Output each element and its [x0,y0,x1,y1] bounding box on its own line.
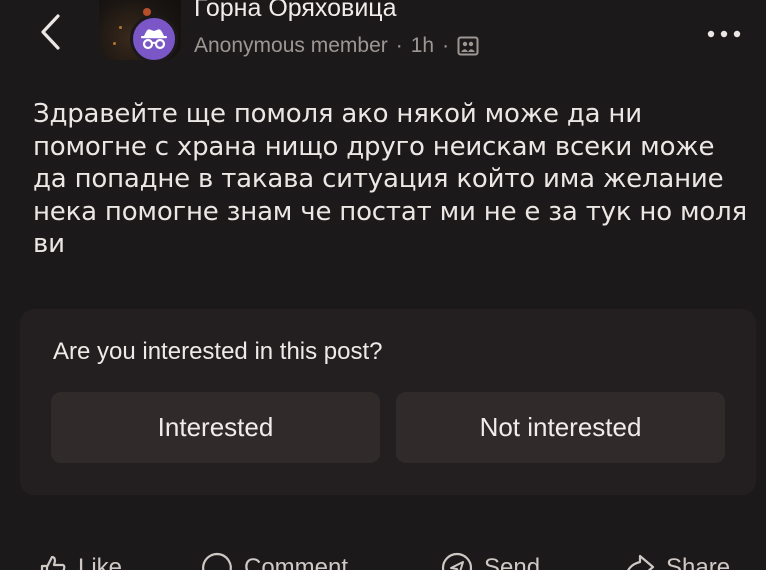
chevron-left-icon [41,14,60,50]
group-name[interactable]: Горна Оряховица [194,0,397,23]
post-text: Здравейте ще помоля ако някой може да ни… [33,99,747,259]
back-button[interactable] [30,10,70,54]
send-button[interactable]: Send [440,548,540,570]
incognito-icon [141,29,167,50]
post-time[interactable]: 1h [411,34,434,58]
anonymous-avatar[interactable] [130,15,178,63]
share-button[interactable]: Share [622,548,730,570]
post-screen: Горна Оряховица Anonymous member · 1h · … [0,0,766,570]
author-name[interactable]: Anonymous member [194,34,388,58]
send-label: Send [484,554,541,570]
meta-separator: · [442,34,450,57]
more-horizontal-icon [707,30,741,38]
comment-button[interactable]: Comment [200,548,348,570]
more-options-button[interactable] [700,22,748,46]
like-icon [40,555,66,570]
group-audience-icon [457,36,479,56]
comment-icon [202,552,232,570]
interest-prompt-card: Are you interested in this post? Interes… [20,309,756,495]
share-label: Share [666,554,731,570]
like-label: Like [78,554,123,570]
like-button[interactable]: Like [38,548,122,570]
share-icon [627,554,655,570]
send-icon [441,552,473,570]
interest-question: Are you interested in this post? [53,338,383,365]
post-meta: Anonymous member · 1h · [194,34,479,58]
meta-separator: · [395,34,403,57]
comment-label: Comment [244,554,349,570]
not-interested-button[interactable]: Not interested [396,392,725,463]
interested-button[interactable]: Interested [51,392,380,463]
